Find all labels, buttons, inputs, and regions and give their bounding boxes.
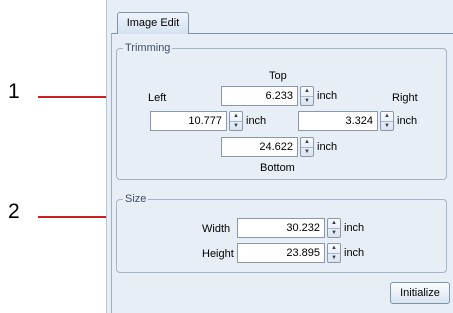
width-spinner: 30.232 ▲ ▼ inch: [237, 218, 364, 238]
callout-number-2: 2: [8, 200, 20, 223]
spin-down-icon[interactable]: ▼: [328, 229, 340, 238]
top-unit: inch: [317, 90, 338, 102]
top-spinner: 6.233 ▲ ▼ inch: [221, 86, 337, 106]
spin-up-icon[interactable]: ▲: [328, 244, 340, 254]
left-label: Left: [148, 92, 167, 104]
spin-up-icon[interactable]: ▲: [301, 138, 313, 148]
height-input[interactable]: 23.895: [237, 243, 325, 263]
height-stepper[interactable]: ▲ ▼: [327, 243, 341, 263]
right-input[interactable]: 3.324: [298, 111, 378, 131]
spin-down-icon[interactable]: ▼: [381, 122, 393, 131]
left-stepper[interactable]: ▲ ▼: [229, 111, 243, 131]
right-unit: inch: [397, 115, 418, 127]
left-spinner: 10.777 ▲ ▼ inch: [150, 111, 266, 131]
height-unit: inch: [344, 247, 365, 259]
callout-number-1: 1: [8, 80, 20, 103]
width-unit: inch: [344, 222, 365, 234]
height-spinner: 23.895 ▲ ▼ inch: [237, 243, 364, 263]
width-label: Width: [202, 223, 231, 235]
spin-up-icon[interactable]: ▲: [301, 87, 313, 97]
tab-image-edit[interactable]: Image Edit: [117, 12, 189, 34]
right-stepper[interactable]: ▲ ▼: [380, 111, 394, 131]
width-stepper[interactable]: ▲ ▼: [327, 218, 341, 238]
left-unit: inch: [246, 115, 267, 127]
right-spinner: 3.324 ▲ ▼ inch: [298, 111, 417, 131]
bottom-input[interactable]: 24.622: [221, 137, 298, 157]
spin-down-icon[interactable]: ▼: [301, 97, 313, 106]
spin-down-icon[interactable]: ▼: [328, 254, 340, 263]
right-label: Right: [392, 92, 418, 104]
size-legend: Size: [125, 193, 147, 205]
spin-up-icon[interactable]: ▲: [328, 219, 340, 229]
trimming-legend: Trimming: [125, 42, 171, 54]
height-label: Height: [202, 248, 234, 260]
spin-down-icon[interactable]: ▼: [230, 122, 242, 131]
width-input[interactable]: 30.232: [237, 218, 325, 238]
spin-up-icon[interactable]: ▲: [230, 112, 242, 122]
top-input[interactable]: 6.233: [221, 86, 298, 106]
panel-divider: [106, 0, 107, 313]
left-input[interactable]: 10.777: [150, 111, 227, 131]
bottom-unit: inch: [317, 141, 338, 153]
top-label: Top: [269, 70, 287, 82]
bottom-label: Bottom: [260, 162, 295, 174]
spin-down-icon[interactable]: ▼: [301, 148, 313, 157]
bottom-spinner: 24.622 ▲ ▼ inch: [221, 137, 337, 157]
top-stepper[interactable]: ▲ ▼: [300, 86, 314, 106]
spin-up-icon[interactable]: ▲: [381, 112, 393, 122]
initialize-button[interactable]: Initialize: [390, 282, 450, 304]
bottom-stepper[interactable]: ▲ ▼: [300, 137, 314, 157]
